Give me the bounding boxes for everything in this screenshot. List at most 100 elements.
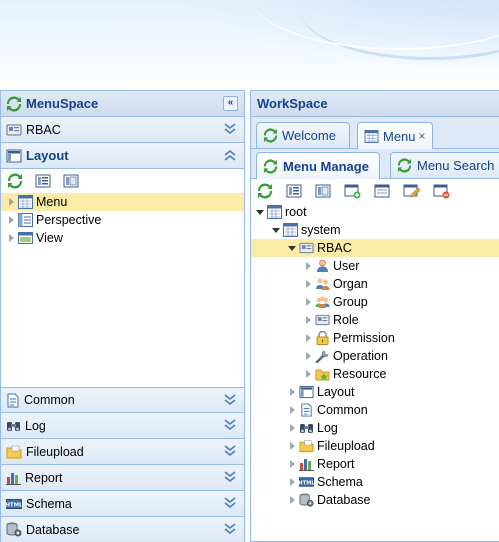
expand-chevron-icon[interactable] [223,121,237,137]
expand-all-icon[interactable] [286,184,302,198]
tree-item-label: Group [333,295,368,309]
tree-item-rbac[interactable]: RBAC [251,239,499,257]
card-icon [299,242,314,254]
close-tab-icon[interactable]: × [419,129,426,143]
tree-expander[interactable] [303,369,313,379]
tree-item-operation[interactable]: Operation [251,347,499,365]
refresh-icon[interactable] [257,183,273,199]
delete-item-icon[interactable] [433,184,450,199]
tree-expander[interactable] [287,405,297,415]
accordion-label: Schema [26,496,72,511]
collapse-all-icon[interactable] [315,184,331,198]
expand-chevron-icon[interactable] [223,417,237,433]
card-icon [6,124,22,135]
expand-chevron-icon[interactable] [223,469,237,485]
tree-expander[interactable] [303,297,313,307]
tree-expander[interactable] [303,279,313,289]
accordion-fileupload[interactable]: Fileupload [1,439,244,465]
tree-expander[interactable] [287,459,297,469]
accordion-report[interactable]: Report [1,465,244,491]
tree-item-menu[interactable]: Menu [1,193,244,211]
tree-expander[interactable] [303,261,313,271]
collapse-all-icon[interactable] [63,174,79,188]
menuspace-panel: MenuSpace « RBAC Layout Menu Perspective… [0,90,245,542]
tree-item-role[interactable]: Role [251,311,499,329]
accordion-log[interactable]: Log [1,413,244,439]
tree-item-label: Common [317,403,368,417]
group-icon [315,296,330,308]
tree-item-schema[interactable]: HTML Schema [251,473,499,491]
tree-expander[interactable] [255,207,265,217]
tree-item-perspective[interactable]: Perspective [1,211,244,229]
menu-toolbar [251,179,499,203]
collapse-left-button[interactable]: « [223,96,238,111]
top-banner [0,0,499,90]
tab-label: Menu [383,128,416,144]
tree-item-label: RBAC [317,241,352,255]
menu-grid-icon [267,205,282,219]
tree-item-database[interactable]: Database [251,491,499,509]
refresh-icon [263,128,278,143]
collapse-chevron-icon[interactable] [223,147,237,163]
tree-item-user[interactable]: User [251,257,499,275]
accordion-schema[interactable]: HTML Schema [1,491,244,517]
tree-expander[interactable] [287,477,297,487]
html-icon: HTML [6,498,22,509]
tree-item-report[interactable]: Report [251,455,499,473]
tree-expander[interactable] [303,333,313,343]
edit-pencil-icon[interactable] [403,184,420,199]
tab-label: Welcome [282,128,336,143]
tab-menu-manage[interactable]: Menu Manage [256,152,380,179]
tab-menu-search[interactable]: Menu Search [390,152,499,178]
accordion-label: Fileupload [26,444,84,459]
tree-item-label: Log [317,421,338,435]
view-icon [18,232,33,244]
tab-welcome[interactable]: Welcome [256,122,350,148]
edit-item-icon[interactable] [374,184,390,198]
tree-expander[interactable] [303,351,313,361]
refresh-icon [397,158,412,173]
tree-item-root[interactable]: root [251,203,499,221]
workspace-header: WorkSpace [251,91,499,117]
tab-menu[interactable]: Menu × [357,122,433,149]
tree-expander[interactable] [6,215,16,225]
tree-item-common[interactable]: Common [251,401,499,419]
tree-item-fileupload[interactable]: Fileupload [251,437,499,455]
document-icon [7,393,19,407]
tree-item-view[interactable]: View [1,229,244,247]
lock-icon [316,331,329,345]
tree-item-organ[interactable]: Organ [251,275,499,293]
expand-chevron-icon[interactable] [223,495,237,511]
accordion-database[interactable]: Database [1,517,244,542]
tree-expander[interactable] [287,243,297,253]
expand-chevron-icon[interactable] [223,521,237,537]
menu-grid-icon [364,129,379,143]
tree-expander[interactable] [287,441,297,451]
tree-expander[interactable] [287,495,297,505]
tree-expander[interactable] [271,225,281,235]
accordion-rbac[interactable]: RBAC [1,117,244,143]
tree-item-resource[interactable]: Resource [251,365,499,383]
tree-expander[interactable] [287,387,297,397]
tree-item-group[interactable]: Group [251,293,499,311]
refresh-icon[interactable] [7,173,23,189]
accordion-common[interactable]: Common [1,387,244,413]
perspective-icon [18,213,33,227]
tree-expander[interactable] [6,197,16,207]
expand-chevron-icon[interactable] [223,443,237,459]
tree-item-layout[interactable]: Layout [251,383,499,401]
tree-item-permission[interactable]: Permission [251,329,499,347]
tree-item-log[interactable]: Log [251,419,499,437]
accordion-layout[interactable]: Layout [1,143,244,169]
tree-item-label: User [333,259,360,273]
tree-item-system[interactable]: system [251,221,499,239]
tree-expander[interactable] [303,315,313,325]
workspace-panel: WorkSpace Welcome Menu × Menu Manage Men… [250,90,499,542]
add-item-icon[interactable] [344,184,361,199]
tree-item-label: Layout [317,385,355,399]
menu-tree: root system RBAC User Organ Group Role P… [251,203,499,509]
tree-expander[interactable] [287,423,297,433]
expand-all-icon[interactable] [35,174,51,188]
expand-chevron-icon[interactable] [223,392,237,408]
tree-expander[interactable] [6,233,16,243]
